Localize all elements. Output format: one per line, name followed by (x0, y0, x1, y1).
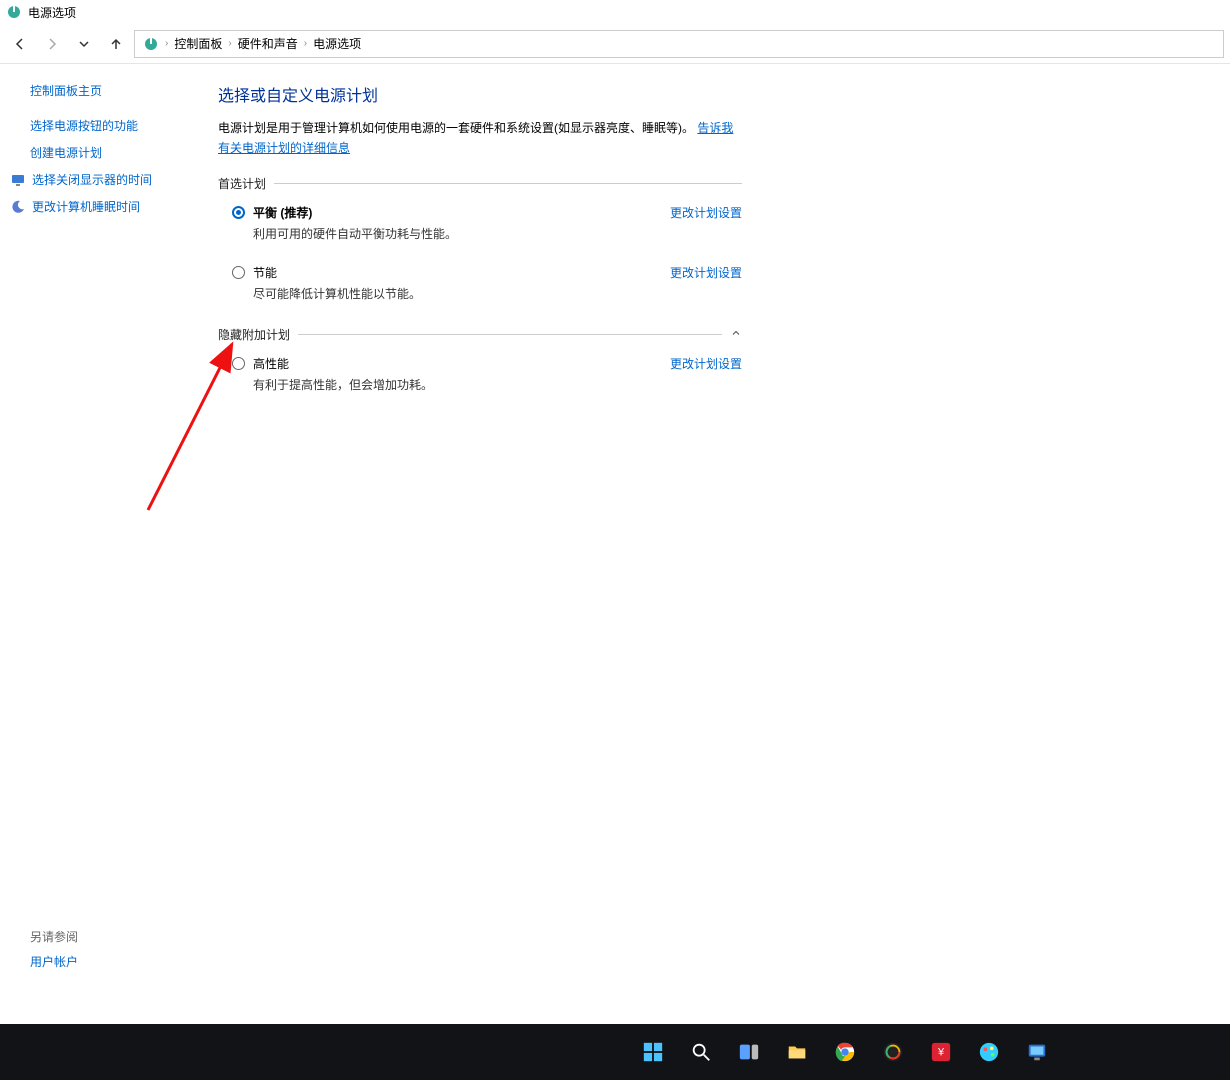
up-button[interactable] (102, 30, 130, 58)
plan-high-performance: 高性能 有利于提高性能，但会增加功耗。 更改计划设置 (218, 349, 742, 395)
recent-dropdown[interactable] (70, 30, 98, 58)
address-bar[interactable]: › 控制面板 › 硬件和声音 › 电源选项 (134, 30, 1224, 58)
taskbar-monitor-app[interactable] (1017, 1032, 1057, 1072)
see-also-label: 另请参阅 (30, 928, 78, 945)
radio-balanced[interactable] (232, 206, 245, 219)
sidebar-link-label: 选择关闭显示器的时间 (32, 171, 152, 188)
see-also-section: 另请参阅 用户帐户 (30, 928, 78, 970)
control-panel-home-link[interactable]: 控制面板主页 (30, 82, 188, 99)
plan-title: 高性能 (253, 355, 433, 372)
taskbar-taskview[interactable] (729, 1032, 769, 1072)
forward-button[interactable] (38, 30, 66, 58)
taskbar-chrome[interactable] (825, 1032, 865, 1072)
section-hidden-plans[interactable]: 隐藏附加计划 (218, 326, 742, 343)
section-label: 首选计划 (218, 175, 266, 192)
sidebar-link-label: 更改计算机睡眠时间 (32, 198, 140, 215)
sidebar-link-display-off[interactable]: 选择关闭显示器的时间 (10, 171, 188, 188)
section-rule (298, 334, 722, 335)
plan-title: 平衡 (推荐) (253, 204, 457, 221)
sidebar-link-label: 创建电源计划 (30, 144, 102, 161)
change-plan-settings-link[interactable]: 更改计划设置 (670, 204, 742, 221)
content-area: 控制面板主页 选择电源按钮的功能 创建电源计划 选择关闭显示器的时间 更改计算机… (0, 64, 1230, 990)
window-title: 电源选项 (28, 4, 76, 21)
chevron-up-icon (730, 327, 742, 342)
taskbar-browser2[interactable] (873, 1032, 913, 1072)
breadcrumb-separator: › (304, 38, 307, 49)
app-icon (6, 4, 22, 20)
taskbar-start[interactable] (633, 1032, 673, 1072)
user-accounts-link[interactable]: 用户帐户 (30, 953, 78, 970)
sidebar-link-power-button[interactable]: 选择电源按钮的功能 (30, 117, 188, 134)
svg-text:¥: ¥ (937, 1047, 945, 1059)
sidebar: 控制面板主页 选择电源按钮的功能 创建电源计划 选择关闭显示器的时间 更改计算机… (0, 64, 200, 990)
breadcrumb-power-options[interactable]: 电源选项 (313, 35, 361, 52)
taskbar-search[interactable] (681, 1032, 721, 1072)
address-bar-row: › 控制面板 › 硬件和声音 › 电源选项 (0, 24, 1230, 64)
taskbar-paint[interactable] (969, 1032, 1009, 1072)
title-bar: 电源选项 (0, 0, 1230, 24)
moon-icon (10, 199, 26, 215)
sidebar-link-create-plan[interactable]: 创建电源计划 (30, 144, 188, 161)
breadcrumb-separator: › (165, 38, 168, 49)
section-rule (274, 183, 742, 184)
description-text: 电源计划是用于管理计算机如何使用电源的一套硬件和系统设置(如显示器亮度、睡眠等)… (218, 121, 694, 135)
taskbar-app-red[interactable]: ¥ (921, 1032, 961, 1072)
breadcrumb-control-panel[interactable]: 控制面板 (174, 35, 222, 52)
taskbar-explorer[interactable] (777, 1032, 817, 1072)
main-panel: 选择或自定义电源计划 电源计划是用于管理计算机如何使用电源的一套硬件和系统设置(… (200, 64, 760, 990)
plan-subtitle: 有利于提高性能，但会增加功耗。 (253, 376, 433, 393)
radio-high-performance[interactable] (232, 357, 245, 370)
section-preferred-plans: 首选计划 (218, 175, 742, 192)
radio-saver[interactable] (232, 266, 245, 279)
change-plan-settings-link[interactable]: 更改计划设置 (670, 355, 742, 372)
sidebar-link-sleep-time[interactable]: 更改计算机睡眠时间 (10, 198, 188, 215)
plan-title: 节能 (253, 264, 421, 281)
plan-balanced: 平衡 (推荐) 利用可用的硬件自动平衡功耗与性能。 更改计划设置 (218, 198, 742, 244)
plan-subtitle: 利用可用的硬件自动平衡功耗与性能。 (253, 225, 457, 242)
breadcrumb-separator: › (228, 38, 231, 49)
monitor-icon (10, 172, 26, 188)
page-description: 电源计划是用于管理计算机如何使用电源的一套硬件和系统设置(如显示器亮度、睡眠等)… (218, 118, 742, 159)
control-panel-icon (143, 36, 159, 52)
section-label: 隐藏附加计划 (218, 326, 290, 343)
back-button[interactable] (6, 30, 34, 58)
change-plan-settings-link[interactable]: 更改计划设置 (670, 264, 742, 281)
taskbar: ¥ (0, 1024, 1230, 1080)
plan-saver: 节能 尽可能降低计算机性能以节能。 更改计划设置 (218, 258, 742, 304)
breadcrumb-hardware-sound[interactable]: 硬件和声音 (238, 35, 298, 52)
plan-subtitle: 尽可能降低计算机性能以节能。 (253, 285, 421, 302)
page-heading: 选择或自定义电源计划 (218, 82, 742, 106)
sidebar-link-label: 选择电源按钮的功能 (30, 117, 138, 134)
